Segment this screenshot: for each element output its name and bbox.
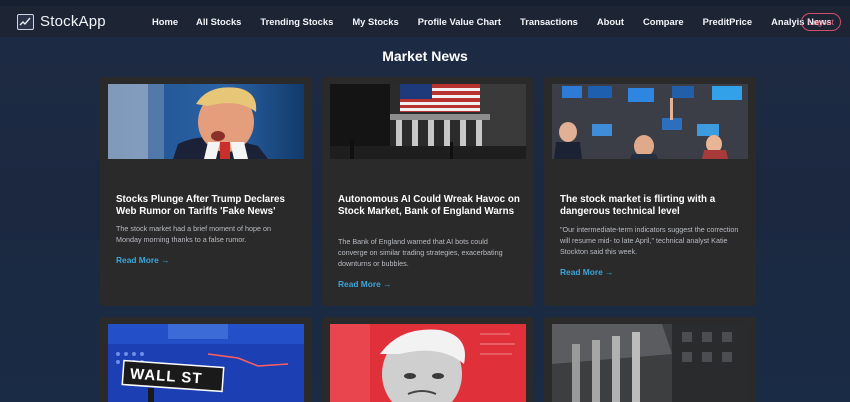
chart-icon [17, 13, 34, 30]
news-image-trump[interactable] [108, 84, 304, 159]
news-card [322, 317, 534, 402]
nav-compare[interactable]: Compare [643, 16, 684, 27]
news-image-nyse[interactable] [330, 84, 526, 159]
nav-profile-value-chart[interactable]: Profile Value Chart [418, 16, 501, 27]
news-card: The stock market is flirting with a dang… [544, 77, 756, 306]
news-title[interactable]: Stocks Plunge After Trump Declares Web R… [116, 194, 304, 218]
news-description: "Our intermediate-term indicators sugges… [560, 225, 739, 256]
news-image-wall-street[interactable] [108, 324, 304, 402]
brand-name: StockApp [40, 13, 106, 30]
news-card: Stocks Plunge After Trump Declares Web R… [100, 77, 312, 306]
news-card: WALL ST [100, 317, 312, 402]
news-title[interactable]: The stock market is flirting with a dang… [560, 194, 748, 218]
news-description: The Bank of England warned that AI bots … [338, 237, 503, 268]
nav-about[interactable]: About [597, 16, 624, 27]
nav-my-stocks[interactable]: My Stocks [352, 16, 398, 27]
nav-predit-price[interactable]: PreditPrice [703, 16, 753, 27]
news-card: Autonomous AI Could Wreak Havoc on Stock… [322, 77, 534, 306]
news-image-trading-floor[interactable] [552, 84, 748, 159]
read-more-link[interactable]: Read More → [338, 279, 392, 289]
read-more-link[interactable]: Read More → [116, 255, 170, 265]
read-more-link[interactable]: Read More → [560, 267, 614, 277]
nav-transactions[interactable]: Transactions [520, 16, 578, 27]
nav-home[interactable]: Home [152, 16, 178, 27]
news-image-trump-red[interactable] [330, 324, 526, 402]
nav-all-stocks[interactable]: All Stocks [196, 16, 241, 27]
brand-logo[interactable]: StockApp [17, 13, 106, 30]
news-card [544, 317, 756, 402]
news-title[interactable]: Autonomous AI Could Wreak Havoc on Stock… [338, 194, 526, 218]
nav-trending-stocks[interactable]: Trending Stocks [260, 16, 333, 27]
news-image-stock-exchange-building[interactable] [552, 324, 748, 402]
top-navbar: StockApp Home All Stocks Trending Stocks… [0, 6, 850, 37]
nav-links: Home All Stocks Trending Stocks My Stock… [152, 16, 832, 27]
logout-button[interactable]: Logout [801, 13, 841, 31]
news-description: The stock market had a brief moment of h… [116, 224, 272, 244]
page-title: Market News [382, 48, 468, 64]
